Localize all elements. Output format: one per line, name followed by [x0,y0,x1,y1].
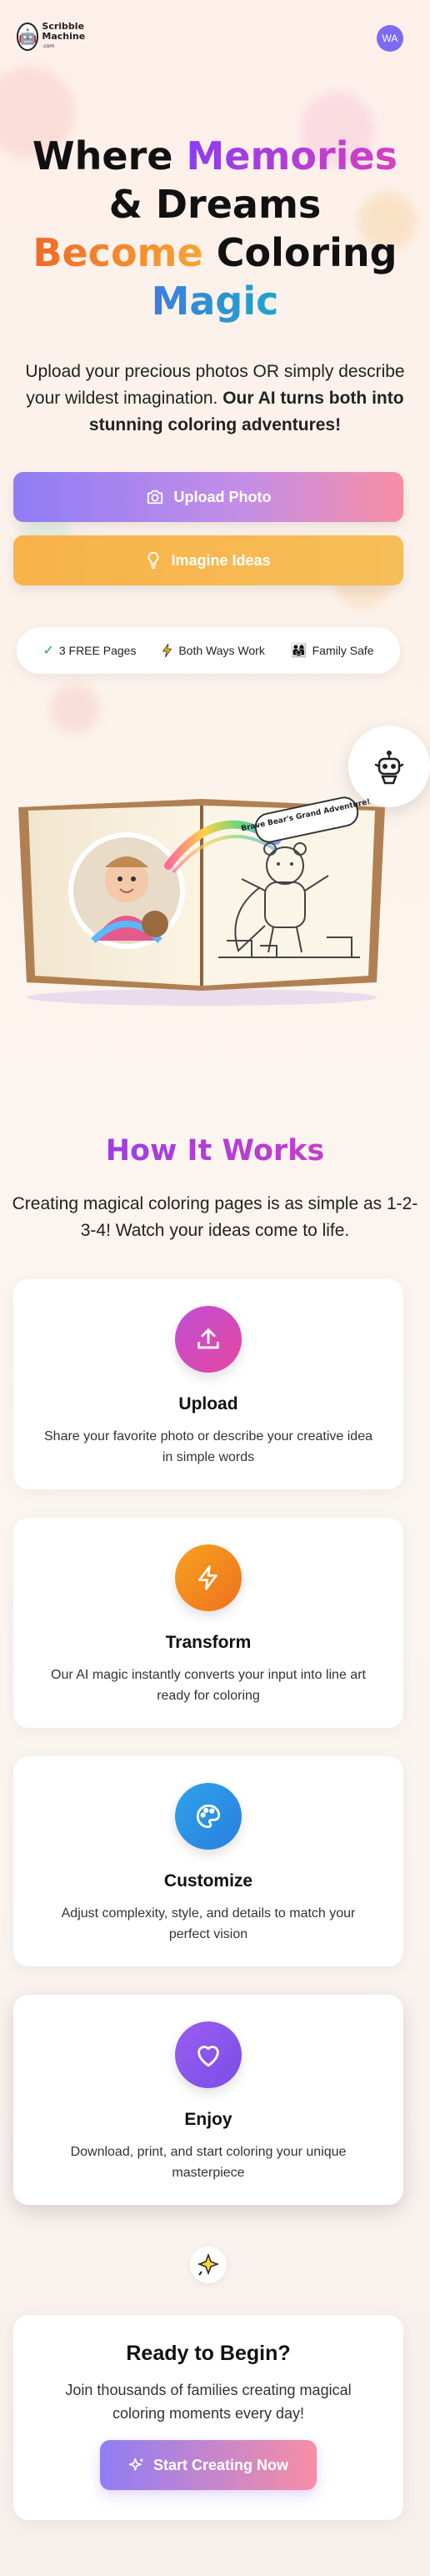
upload-photo-label: Upload Photo [173,488,272,505]
feature-label: Both Ways Work [178,644,265,657]
step-card-enjoy: Enjoy Download, print, and start colorin… [13,1995,403,2205]
cta-card: Ready to Begin? Join thousands of famili… [13,2315,403,2520]
step-card-upload: Upload Share your favorite photo or desc… [13,1279,403,1489]
logo-domain: .com [42,43,55,49]
title-part: & Dreams [108,182,322,227]
book-illustration: Brave Bear's Grand Adventure! [10,782,393,1006]
step-title: Enjoy [184,2110,232,2129]
step-text: Download, print, and start coloring your… [70,2145,347,2180]
title-memories: Memories [186,133,398,178]
heart-icon [175,2021,242,2088]
lightning-icon [175,1544,242,1611]
site-header: 🤖 Scribble Machine .com WA [0,0,430,75]
upload-icon [175,1306,242,1373]
feature-family-safe: 👨‍👩‍👧 Family Safe [291,642,374,659]
hero-subtitle: Upload your precious photos OR simply de… [20,359,410,439]
camera-icon [147,490,162,505]
how-it-works-subtitle: Creating magical coloring pages is as si… [12,1194,418,1240]
open-book-image: Brave Bear's Grand Adventure! [18,796,385,1006]
feature-label: 3 FREE Pages [58,644,137,657]
logo-text: Scribble Machine [42,21,86,42]
step-title: Transform [165,1633,252,1652]
start-creating-label: Start Creating Now [152,2456,289,2473]
how-it-works-title: How It Works [0,1131,430,1171]
lightbulb-icon [148,551,159,570]
family-icon: 👨‍👩‍👧 [290,644,308,658]
step-card-transform: Transform Our AI magic instantly convert… [13,1518,403,1728]
step-title: Customize [163,1871,253,1891]
feature-free-pages: ✓ 3 FREE Pages [42,642,136,659]
imagine-ideas-button[interactable]: Imagine Ideas [13,535,403,585]
title-coloring: Coloring [202,230,398,275]
check-icon: ✓ [42,644,54,658]
lightning-icon [162,644,172,657]
decor-blob [50,684,100,734]
feature-label: Family Safe [312,644,374,657]
start-creating-button[interactable]: Start Creating Now [100,2440,317,2490]
step-text: Adjust complexity, style, and details to… [61,1906,356,1941]
title-become: Become [32,230,203,275]
feature-strip: ✓ 3 FREE Pages Both Ways Work 👨‍👩‍👧 Fami… [17,627,400,674]
title-part: Where [32,133,187,178]
robot-icon [374,751,404,785]
step-card-customize: Customize Adjust complexity, style, and … [13,1756,403,1966]
hero-title: Where Memories & Dreams Become Coloring … [17,132,413,325]
cta-title: Ready to Begin? [126,2342,291,2365]
step-title: Upload [178,1394,238,1414]
palette-icon [175,1783,242,1850]
sparkles-icon [128,2458,143,2471]
cta-text: Join thousands of families creating magi… [65,2382,352,2422]
upload-photo-button[interactable]: Upload Photo [13,472,403,522]
logo[interactable]: 🤖 Scribble Machine .com [17,13,98,60]
step-text: Share your favorite photo or describe yo… [44,1429,372,1464]
feature-both-ways: Both Ways Work [162,644,265,657]
robot-icon: 🤖 [17,23,39,51]
imagine-ideas-label: Imagine Ideas [171,551,271,569]
sparkle-icon [190,2247,227,2283]
title-magic: Magic [151,279,279,324]
avatar[interactable]: WA [377,25,403,52]
step-text: Our AI magic instantly converts your inp… [51,1668,366,1703]
